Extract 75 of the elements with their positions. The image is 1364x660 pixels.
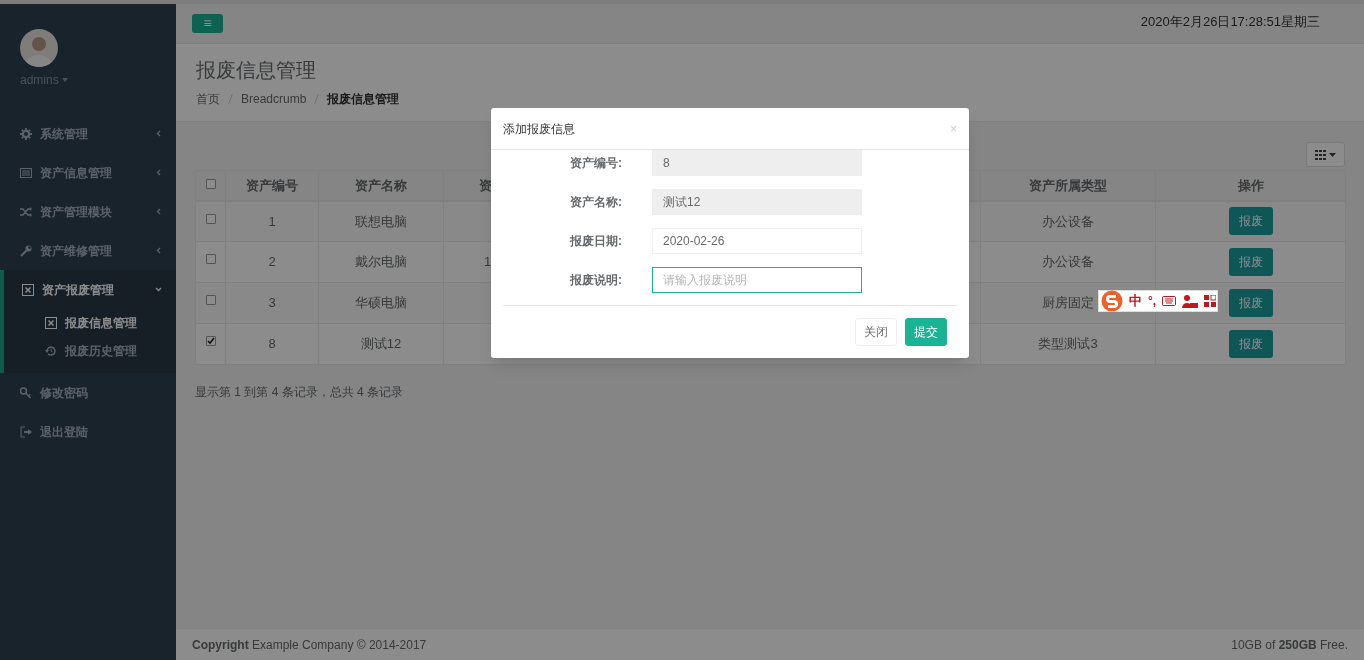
column-header: 资产名称 <box>355 177 407 193</box>
keyboard-icon[interactable] <box>1162 296 1177 306</box>
sidebar-item[interactable]: 修改密码 <box>0 373 176 412</box>
table-cell: 1 <box>484 254 492 270</box>
table-cell: 类型测试3 <box>1038 336 1098 352</box>
close-button[interactable]: 关闭 <box>855 318 897 346</box>
input-field[interactable]: 测试12 <box>652 189 862 215</box>
date-time: 2020年2月26日17:28:51星期三 <box>1140 13 1320 31</box>
table-cell: 1 <box>268 213 276 229</box>
submit-button[interactable]: 提交 <box>905 318 947 346</box>
submenu-item[interactable]: 报废信息管理 <box>4 309 176 337</box>
input-field[interactable]: 请输入报废说明 <box>652 267 862 293</box>
column-header: 资产所属类型 <box>1029 177 1107 193</box>
punctuation-indicator[interactable]: °, <box>1148 292 1157 310</box>
x-square-icon <box>22 283 34 296</box>
caret-icon <box>61 78 68 82</box>
menu-toggle-button[interactable]: ≡ <box>192 14 223 33</box>
close-button[interactable]: × <box>950 122 957 135</box>
field-label: 报废说明: <box>569 272 623 289</box>
table-cell: 联想电脑 <box>355 213 407 229</box>
apps-icon[interactable] <box>1204 295 1217 307</box>
checkbox[interactable] <box>205 179 216 189</box>
table-cell: 8 <box>268 336 276 352</box>
history-icon <box>45 345 57 357</box>
scrap-button[interactable]: 报废 <box>1228 248 1273 276</box>
checkbox[interactable] <box>205 295 216 305</box>
input-field[interactable]: 8 <box>652 150 862 176</box>
key-icon <box>20 386 32 399</box>
sign-out-icon <box>20 425 32 438</box>
shuffle-icon <box>20 205 32 218</box>
sidebar-item[interactable]: 退出登陆 <box>0 412 176 451</box>
table-cell: 戴尔电脑 <box>355 254 407 270</box>
table-cell: 3 <box>268 295 276 311</box>
sidebar-item[interactable]: 资产信息管理 <box>0 153 176 192</box>
table-cell: 2 <box>268 254 276 270</box>
sidebar-item[interactable]: 资产管理模块 <box>0 192 176 231</box>
column-header: 操作 <box>1237 177 1264 193</box>
gear-icon <box>20 127 32 140</box>
field-label: 资产编号: <box>569 155 623 172</box>
scrap-button[interactable]: 报废 <box>1228 330 1273 358</box>
table-cell: 华硕电脑 <box>355 295 407 311</box>
sidebar-item[interactable]: 系统管理 <box>0 114 176 153</box>
wrench-icon <box>20 244 32 257</box>
caret-icon <box>1329 152 1336 157</box>
list-icon <box>20 166 32 179</box>
field-label: 报废日期: <box>569 233 623 250</box>
checkbox[interactable] <box>205 254 216 264</box>
checkbox[interactable] <box>205 336 216 346</box>
input-field[interactable]: 2020-02-26 <box>652 228 862 254</box>
x-square-icon <box>45 317 57 329</box>
table-cell: 测试12 <box>360 336 402 352</box>
input-mode-indicator[interactable]: 中 <box>1129 291 1142 311</box>
scrap-button[interactable]: 报废 <box>1228 289 1273 317</box>
checkbox[interactable] <box>205 213 216 224</box>
grid-icon <box>1315 149 1326 160</box>
avatar <box>20 29 58 67</box>
columns-toggle-button[interactable] <box>1306 142 1345 167</box>
field-label: 资产名称: <box>569 194 623 211</box>
breadcrumb-item[interactable]: 首页 <box>196 90 220 108</box>
scrap-button[interactable]: 报废 <box>1228 207 1273 236</box>
submenu-item[interactable]: 报废历史管理 <box>4 337 176 365</box>
column-header: 资产编号 <box>246 177 298 193</box>
modal-title: 添加报废信息 <box>503 120 575 138</box>
breadcrumb-item[interactable]: Breadcrumb <box>241 90 307 108</box>
table-cell: 办公设备 <box>1042 213 1094 229</box>
user-icon[interactable] <box>1182 294 1199 308</box>
breadcrumb-item: 报废信息管理 <box>327 91 400 108</box>
pagination-summary: 显示第 1 到第 4 条记录，总共 4 条记录 <box>195 384 405 401</box>
table-cell: 厨房固定 <box>1042 295 1094 311</box>
column-header: 资 <box>479 177 492 193</box>
table-cell: 办公设备 <box>1042 254 1094 270</box>
page-title: 报废信息管理 <box>196 58 317 82</box>
storage-text: 10GB of 250GB Free. <box>1231 636 1348 654</box>
sidebar-item[interactable]: 资产维修管理 <box>0 231 176 270</box>
copyright-text: Copyright Example Company © 2014-2017 <box>192 636 427 654</box>
